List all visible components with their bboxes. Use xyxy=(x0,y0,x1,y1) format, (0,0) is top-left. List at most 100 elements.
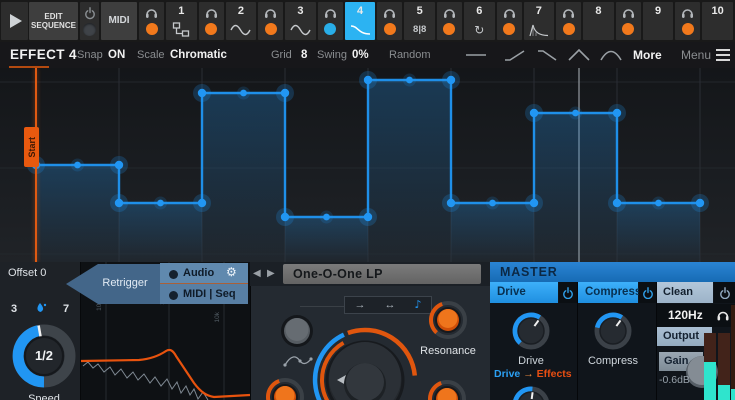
more-button[interactable]: More xyxy=(633,42,662,68)
cutoff-knob[interactable] xyxy=(305,320,425,400)
tab-5-monitor-led xyxy=(384,23,396,35)
midi-seq-radio[interactable] xyxy=(169,291,178,300)
step-node[interactable] xyxy=(489,200,496,207)
seq-power-button[interactable] xyxy=(80,2,99,40)
mod-mode-box: → ↔ ♪ xyxy=(344,296,432,314)
drive-power-button[interactable] xyxy=(559,282,577,303)
mod-both-icon[interactable]: ↔ xyxy=(384,297,395,313)
spectrum-trace xyxy=(83,362,208,400)
step-node[interactable] xyxy=(157,200,164,207)
tab-1-monitor-button[interactable] xyxy=(139,2,164,40)
tab-6-number: 6 xyxy=(464,5,495,17)
tab-3-select-button[interactable]: 3 xyxy=(285,2,316,40)
droplet-icon[interactable] xyxy=(34,301,48,316)
edit-label-1: EDIT xyxy=(29,12,78,21)
tab-6-select-button[interactable]: 6 ↻ xyxy=(464,2,495,40)
tab-10-monitor-button[interactable] xyxy=(675,2,700,40)
edit-sequence-button[interactable]: EDIT SEQUENCE xyxy=(29,2,78,40)
retrigger-option-midi-seq[interactable]: MIDI | Seq xyxy=(183,288,236,300)
resonance-knob[interactable] xyxy=(425,297,471,343)
filter-lower-left-knob[interactable] xyxy=(262,374,308,400)
step-node[interactable] xyxy=(447,76,455,84)
compress-power-button[interactable] xyxy=(639,282,656,303)
shape-flat-icon[interactable] xyxy=(464,47,488,63)
mod-note-icon[interactable]: ♪ xyxy=(414,297,421,313)
headphone-icon xyxy=(561,5,576,19)
prev-preset-button[interactable]: ◀ xyxy=(253,264,261,284)
hamburger-icon[interactable] xyxy=(716,49,730,61)
clean-bass-header[interactable]: Clean Bass xyxy=(657,282,713,303)
step-node[interactable] xyxy=(406,77,413,84)
step-node[interactable] xyxy=(115,161,123,169)
play-button[interactable] xyxy=(1,2,28,40)
step-node[interactable] xyxy=(281,89,289,97)
sequence-tab-group-10: 10 xyxy=(675,2,735,40)
midi-button[interactable]: MIDI xyxy=(101,2,137,40)
tab-9-monitor-button[interactable] xyxy=(616,2,641,40)
freq-value[interactable]: 120Hz xyxy=(668,308,703,322)
step-node[interactable] xyxy=(281,213,289,221)
tab-7-select-button[interactable]: 7 xyxy=(524,2,555,40)
shape-curve-icon[interactable] xyxy=(599,47,623,63)
step-node[interactable] xyxy=(323,214,330,221)
menu-button[interactable]: Menu xyxy=(681,42,711,68)
step-node[interactable] xyxy=(240,90,247,97)
tab-5-monitor-button[interactable] xyxy=(377,2,402,40)
tab-8-monitor-button[interactable] xyxy=(556,2,581,40)
tab-8-select-button[interactable]: 8 xyxy=(583,2,614,40)
compress-header[interactable]: Compress xyxy=(578,282,638,303)
sequence-tab-group-9: 9 xyxy=(616,2,676,40)
clean-bass-power-button[interactable] xyxy=(714,282,735,303)
tab-2-select-button[interactable]: 2 xyxy=(226,2,257,40)
step-node[interactable] xyxy=(530,109,538,117)
tab-6-monitor-button[interactable] xyxy=(437,2,462,40)
swing-value[interactable]: 0% xyxy=(352,42,369,68)
drive-routing[interactable]: Drive → Effects xyxy=(494,368,572,380)
preset-name-field[interactable]: One-O-One LP xyxy=(283,264,481,284)
mod-arrow-icon[interactable]: → xyxy=(354,297,365,313)
next-preset-button[interactable]: ▶ xyxy=(267,264,275,284)
tab-3-monitor-button[interactable] xyxy=(258,2,283,40)
step-node[interactable] xyxy=(364,76,372,84)
retrigger-option-audio[interactable]: Audio xyxy=(183,267,214,279)
shape-triangle-icon[interactable] xyxy=(567,47,591,63)
audio-radio[interactable] xyxy=(169,270,178,279)
step-node[interactable] xyxy=(198,199,206,207)
step-node[interactable] xyxy=(447,199,455,207)
step-node[interactable] xyxy=(613,199,621,207)
scale-value[interactable]: Chromatic xyxy=(170,42,227,68)
shape-ramp-up-icon[interactable] xyxy=(503,47,527,63)
filter-lower-right-knob[interactable] xyxy=(424,376,470,400)
step-node[interactable] xyxy=(364,213,372,221)
drive-knob[interactable] xyxy=(508,308,554,354)
step-node[interactable] xyxy=(198,89,206,97)
tab-2-monitor-button[interactable] xyxy=(199,2,224,40)
gear-icon[interactable]: ⚙ xyxy=(226,265,237,279)
step-node[interactable] xyxy=(115,199,123,207)
swing-label: Swing xyxy=(317,42,347,68)
step-node[interactable] xyxy=(696,199,704,207)
step-node[interactable] xyxy=(572,110,579,117)
tab-10-select-button[interactable]: 10 xyxy=(702,2,733,40)
tab-4-select-button[interactable]: 4 xyxy=(345,2,376,40)
tab-5-select-button[interactable]: 5 8|8 xyxy=(404,2,435,40)
drive-header[interactable]: Drive xyxy=(490,282,558,303)
offset-label[interactable]: Offset 0 xyxy=(8,267,46,279)
step-sequencer-area[interactable] xyxy=(0,68,735,262)
tab-7-monitor-button[interactable] xyxy=(497,2,522,40)
grid-value[interactable]: 8 xyxy=(301,42,307,68)
snap-value[interactable]: ON xyxy=(108,42,125,68)
shape-ramp-down-icon[interactable] xyxy=(535,47,559,63)
step-node[interactable] xyxy=(655,200,662,207)
tab-1-select-button[interactable]: 1 xyxy=(166,2,197,40)
start-marker-flag[interactable]: Start xyxy=(24,127,39,167)
step-node[interactable] xyxy=(613,109,621,117)
headphone-icon[interactable] xyxy=(716,308,730,322)
compress-knob[interactable] xyxy=(590,308,636,354)
drive-mix-knob[interactable] xyxy=(508,382,554,400)
step-node[interactable] xyxy=(74,162,81,169)
step-node[interactable] xyxy=(530,199,538,207)
gain-value[interactable]: -0.6dB xyxy=(659,374,690,386)
tab-4-monitor-button[interactable] xyxy=(318,2,343,40)
tab-9-select-button[interactable]: 9 xyxy=(643,2,674,40)
